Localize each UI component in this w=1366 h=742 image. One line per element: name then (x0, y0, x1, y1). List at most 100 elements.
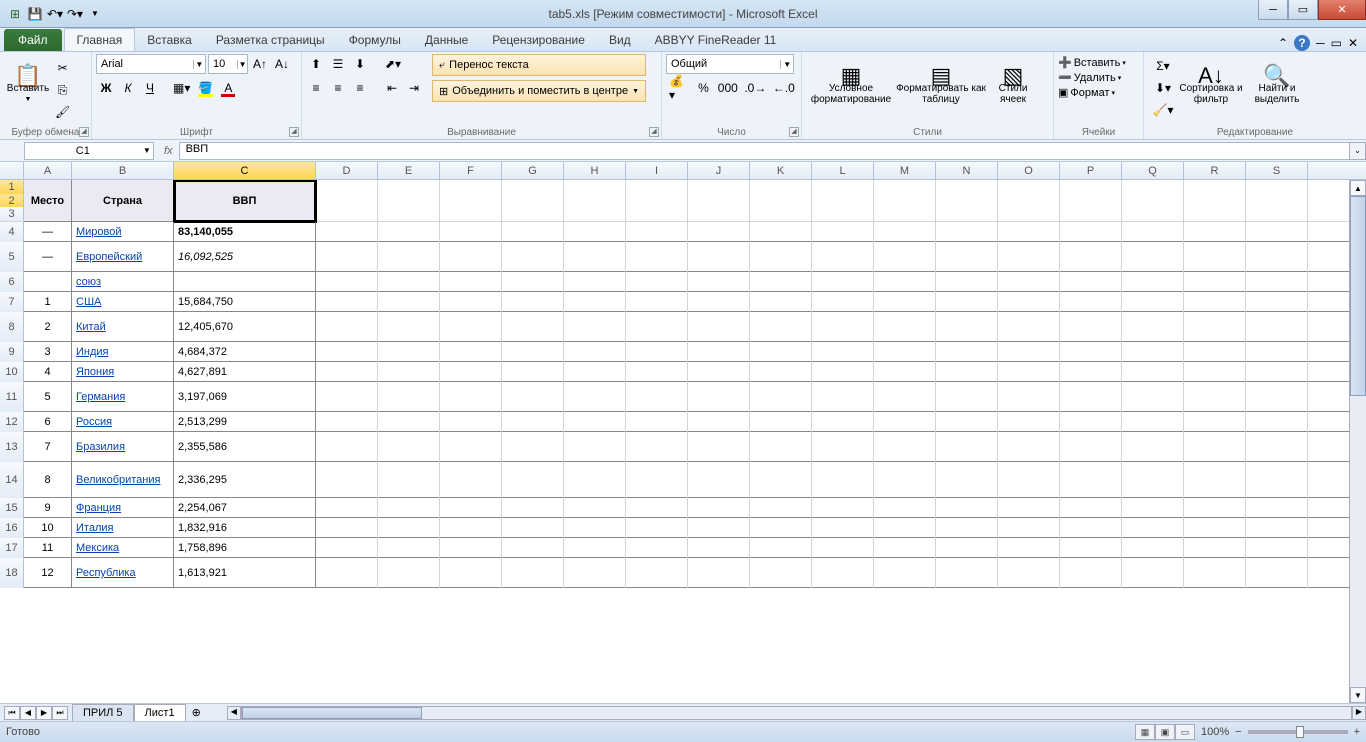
col-header-S[interactable]: S (1246, 162, 1308, 179)
cell[interactable] (1122, 462, 1184, 498)
col-header-C[interactable]: C (174, 162, 316, 179)
cell[interactable] (688, 462, 750, 498)
col-header-J[interactable]: J (688, 162, 750, 179)
cell[interactable]: 12 (24, 558, 72, 588)
cell[interactable] (502, 180, 564, 222)
font-color-icon[interactable]: A (218, 78, 238, 98)
cell[interactable] (316, 412, 378, 432)
cell[interactable] (502, 362, 564, 382)
cell[interactable] (1060, 180, 1122, 222)
cell[interactable] (874, 412, 936, 432)
cell[interactable] (936, 558, 998, 588)
expand-formula-icon[interactable]: ⌄ (1349, 142, 1366, 160)
cell[interactable] (812, 342, 874, 362)
cell[interactable] (750, 292, 812, 312)
cell[interactable] (440, 180, 502, 222)
cell[interactable] (1184, 362, 1246, 382)
cell[interactable] (1246, 312, 1308, 342)
cell[interactable] (874, 312, 936, 342)
horizontal-scrollbar[interactable]: ◀ ▶ (227, 706, 1366, 720)
cell[interactable] (812, 362, 874, 382)
cell[interactable] (750, 382, 812, 412)
cell[interactable] (626, 382, 688, 412)
cell[interactable] (998, 272, 1060, 292)
cell[interactable] (812, 518, 874, 538)
cell[interactable] (688, 272, 750, 292)
zoom-level[interactable]: 100% (1201, 726, 1229, 738)
cell[interactable] (174, 272, 316, 292)
cell[interactable] (502, 382, 564, 412)
cell[interactable] (626, 518, 688, 538)
cell[interactable] (1184, 292, 1246, 312)
cell[interactable]: Россия (72, 412, 174, 432)
cell[interactable] (688, 292, 750, 312)
cell[interactable] (1184, 538, 1246, 558)
comma-icon[interactable]: 000 (715, 78, 740, 98)
cell[interactable] (1246, 538, 1308, 558)
row-header[interactable]: 14 (0, 462, 24, 498)
percent-icon[interactable]: % (693, 78, 713, 98)
file-tab[interactable]: Файл (4, 29, 62, 51)
cell[interactable] (1246, 558, 1308, 588)
cell[interactable] (750, 558, 812, 588)
cell[interactable] (502, 222, 564, 242)
cell[interactable] (1060, 382, 1122, 412)
cell[interactable] (936, 412, 998, 432)
cell[interactable] (1184, 242, 1246, 272)
fx-icon[interactable]: fx (158, 145, 179, 157)
col-header-L[interactable]: L (812, 162, 874, 179)
cell[interactable] (688, 412, 750, 432)
normal-view-icon[interactable]: ▦ (1135, 724, 1155, 740)
format-cells-button[interactable]: ▣Формат▾ (1058, 86, 1139, 99)
cell[interactable] (1060, 432, 1122, 462)
increase-decimal-icon[interactable]: .0→ (742, 78, 768, 98)
cell[interactable] (316, 312, 378, 342)
cell[interactable] (1122, 518, 1184, 538)
cell[interactable] (316, 518, 378, 538)
cell[interactable] (502, 462, 564, 498)
cell[interactable] (1246, 292, 1308, 312)
cell[interactable] (626, 180, 688, 222)
cell[interactable] (812, 412, 874, 432)
cell[interactable] (998, 362, 1060, 382)
cell[interactable] (1060, 558, 1122, 588)
cell[interactable]: Республика (72, 558, 174, 588)
cell[interactable] (440, 412, 502, 432)
cell[interactable]: 10 (24, 518, 72, 538)
cell[interactable] (1184, 558, 1246, 588)
cell[interactable] (750, 498, 812, 518)
cell[interactable] (936, 242, 998, 272)
cell[interactable]: Китай (72, 312, 174, 342)
wrap-text-button[interactable]: ⤶Перенос текста (432, 54, 646, 76)
cell[interactable] (874, 242, 936, 272)
cell[interactable] (378, 362, 440, 382)
cell[interactable] (440, 538, 502, 558)
tab-home[interactable]: Главная (64, 28, 136, 51)
cell[interactable] (936, 498, 998, 518)
page-layout-view-icon[interactable]: ▣ (1155, 724, 1175, 740)
align-right-icon[interactable]: ≡ (350, 78, 370, 98)
number-format-combo[interactable]: ▼ (666, 54, 794, 74)
doc-restore-icon[interactable]: ▭ (1331, 36, 1342, 50)
cell[interactable] (1246, 518, 1308, 538)
cell[interactable] (316, 292, 378, 312)
align-top-icon[interactable]: ⬆ (306, 54, 326, 74)
page-break-view-icon[interactable]: ▭ (1175, 724, 1195, 740)
cell[interactable]: Великобритания (72, 462, 174, 498)
scroll-up-icon[interactable]: ▲ (1350, 180, 1366, 196)
sheet-tab-1[interactable]: Лист1 (134, 704, 186, 721)
cell[interactable] (936, 180, 998, 222)
cell[interactable]: Франция (72, 498, 174, 518)
align-launcher[interactable]: ◢ (649, 127, 659, 137)
cell[interactable]: Италия (72, 518, 174, 538)
fill-icon[interactable]: ⬇▾ (1148, 78, 1178, 98)
increase-font-icon[interactable]: A↑ (250, 54, 270, 74)
cell[interactable] (998, 498, 1060, 518)
col-header-H[interactable]: H (564, 162, 626, 179)
cell[interactable] (874, 462, 936, 498)
cell[interactable] (750, 222, 812, 242)
cell[interactable]: Европейский (72, 242, 174, 272)
cell[interactable] (812, 498, 874, 518)
copy-icon[interactable]: ⎘ (52, 80, 73, 100)
increase-indent-icon[interactable]: ⇥ (404, 78, 424, 98)
